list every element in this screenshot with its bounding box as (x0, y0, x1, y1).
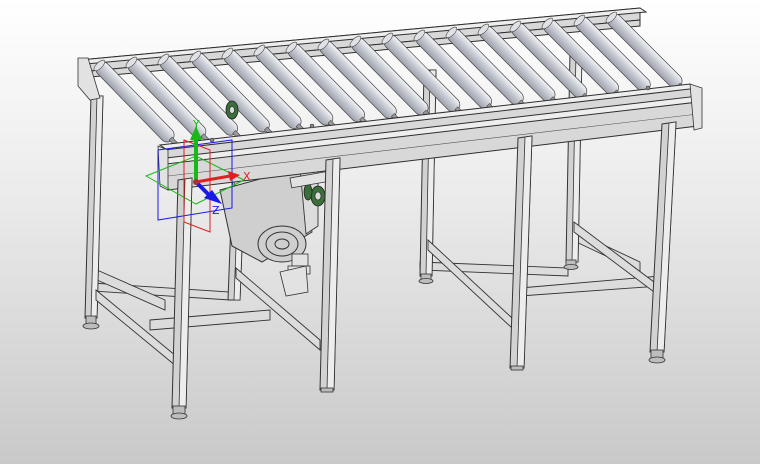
triad-z-label: Z (212, 204, 220, 217)
front-side-brace-mid-right (427, 238, 513, 330)
leg-front-3 (509, 135, 533, 369)
conveyor-3d-model[interactable]: Y X Z (0, 0, 760, 464)
front-lower-brace-left (149, 309, 271, 331)
motor-foot-bracket (279, 265, 309, 297)
foot-front-2 (320, 387, 334, 393)
drive-sprocket-left (225, 100, 239, 120)
leg-front-1 (171, 177, 193, 409)
back-lower-brace-mid (419, 261, 569, 277)
cad-viewport[interactable]: Y X Z (0, 0, 760, 464)
triad-y-label: Y (192, 118, 200, 131)
foot-front-3 (510, 365, 524, 371)
foot-back-3 (418, 273, 434, 284)
leg-front-4 (649, 121, 677, 353)
triad-x-label: X (243, 170, 251, 183)
foot-back-4 (563, 259, 579, 270)
foot-front-4 (648, 349, 666, 364)
foot-front-1 (170, 405, 188, 420)
triad-origin (193, 179, 199, 185)
